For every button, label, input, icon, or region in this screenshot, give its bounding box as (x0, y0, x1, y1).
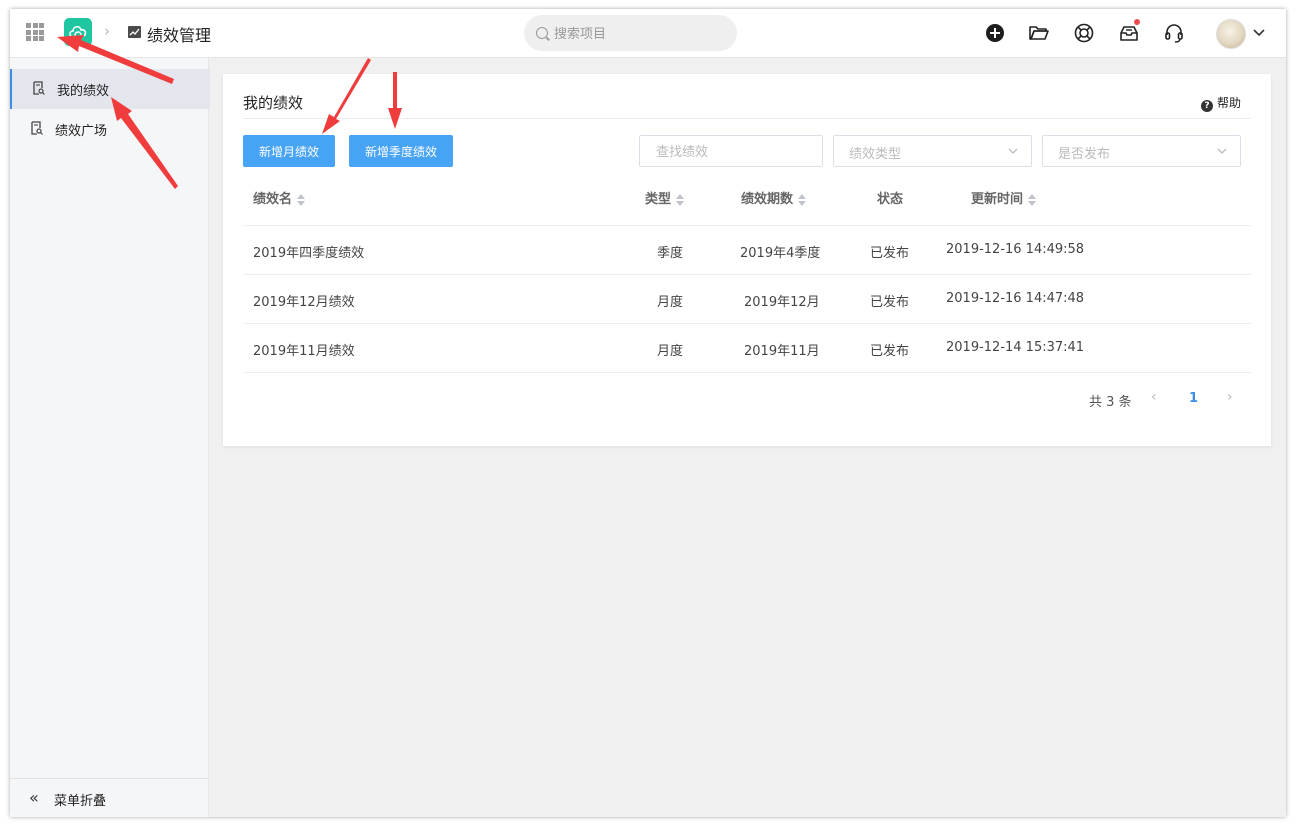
sort-icon (1028, 194, 1037, 206)
search-icon (536, 27, 548, 39)
notification-dot (1134, 19, 1140, 25)
document-search-icon (31, 121, 43, 135)
cell-period: 2019年4季度 (740, 246, 821, 261)
avatar[interactable] (1216, 19, 1246, 49)
sidebar: 我的绩效 绩效广场 « 菜单折叠 (10, 58, 210, 817)
document-search-icon (33, 81, 45, 95)
add-circle-icon[interactable] (983, 21, 1007, 45)
sidebar-item-label: 我的绩效 (57, 84, 110, 99)
page-title: 我的绩效 (243, 94, 304, 112)
chevron-down-icon[interactable] (1252, 25, 1266, 39)
column-header-name[interactable]: 绩效名 (253, 188, 306, 207)
double-chevron-left-icon: « (29, 788, 39, 807)
add-quarterly-performance-button[interactable]: 新增季度绩效 (349, 135, 453, 167)
menu-collapse-label: 菜单折叠 (54, 794, 107, 809)
cell-updated: 2019-12-14 15:37:41 (946, 340, 1085, 355)
cell-name: 2019年四季度绩效 (253, 246, 365, 261)
column-header-period[interactable]: 绩效期数 (741, 188, 807, 207)
chevron-down-icon (1217, 148, 1227, 154)
help-link[interactable]: ? 帮助 (1200, 94, 1241, 112)
project-search[interactable] (524, 15, 737, 53)
sort-icon (798, 194, 807, 206)
cell-status: 已发布 (870, 295, 910, 310)
performance-type-placeholder: 绩效类型 (849, 147, 902, 162)
cell-period: 2019年12月 (744, 295, 820, 310)
help-label: 帮助 (1216, 96, 1241, 110)
pagination-page-1[interactable]: 1 (1189, 391, 1198, 406)
folder-open-icon[interactable] (1027, 21, 1051, 45)
performance-type-select[interactable]: 绩效类型 (833, 135, 1032, 167)
chart-icon (128, 26, 141, 38)
table-divider (243, 274, 1251, 275)
help-icon: ? (1200, 100, 1213, 112)
cell-name: 2019年12月绩效 (253, 295, 355, 310)
chevron-down-icon (1008, 148, 1018, 154)
table-divider (243, 372, 1251, 373)
sort-icon (297, 194, 306, 206)
performance-search-field[interactable] (639, 135, 823, 168)
app-window: › 绩效管理 我的绩效 绩效广场 « 菜单折叠 (10, 9, 1286, 817)
breadcrumb-separator-icon: › (104, 22, 110, 40)
menu-collapse-button[interactable]: « 菜单折叠 (10, 778, 208, 817)
divider (243, 118, 1251, 119)
cell-period: 2019年11月 (744, 344, 820, 359)
add-monthly-performance-button[interactable]: 新增月绩效 (243, 135, 335, 167)
sidebar-item-my-performance[interactable]: 我的绩效 (10, 69, 210, 109)
sidebar-item-performance-plaza[interactable]: 绩效广场 (10, 109, 208, 149)
column-header-type[interactable]: 类型 (645, 188, 685, 207)
sort-icon (676, 194, 685, 206)
published-placeholder: 是否发布 (1058, 147, 1111, 162)
performance-card: 我的绩效 ?帮助 新增月绩效 新增季度绩效 绩效类型 是否发布 绩效名 类型 绩… (223, 74, 1271, 446)
cell-type: 月度 (657, 295, 684, 310)
column-header-updated[interactable]: 更新时间 (971, 188, 1037, 207)
chevron-right-icon[interactable]: › (1227, 389, 1233, 405)
published-select[interactable]: 是否发布 (1042, 135, 1241, 167)
top-bar: › 绩效管理 (10, 9, 1286, 58)
sidebar-item-label: 绩效广场 (55, 124, 108, 139)
pagination-total: 共 3 条 (1089, 395, 1132, 410)
cell-updated: 2019-12-16 14:47:48 (946, 291, 1085, 306)
project-search-input[interactable] (552, 15, 736, 53)
lifebuoy-icon[interactable] (1072, 21, 1096, 45)
cell-status: 已发布 (870, 246, 910, 261)
headset-icon[interactable] (1162, 21, 1186, 45)
cell-type: 季度 (657, 246, 684, 261)
performance-search-input[interactable] (654, 136, 808, 168)
apps-grid-icon[interactable] (26, 23, 44, 41)
cell-updated: 2019-12-16 14:49:58 (946, 242, 1085, 257)
table-divider (243, 225, 1251, 226)
chevron-left-icon[interactable]: ‹ (1151, 389, 1157, 405)
app-logo-cloud-icon[interactable] (64, 18, 92, 46)
cell-name: 2019年11月绩效 (253, 344, 355, 359)
breadcrumb-title[interactable]: 绩效管理 (147, 22, 211, 46)
column-header-status: 状态 (877, 192, 904, 207)
cell-status: 已发布 (870, 344, 910, 359)
table-divider (243, 323, 1251, 324)
cell-type: 月度 (657, 344, 684, 359)
